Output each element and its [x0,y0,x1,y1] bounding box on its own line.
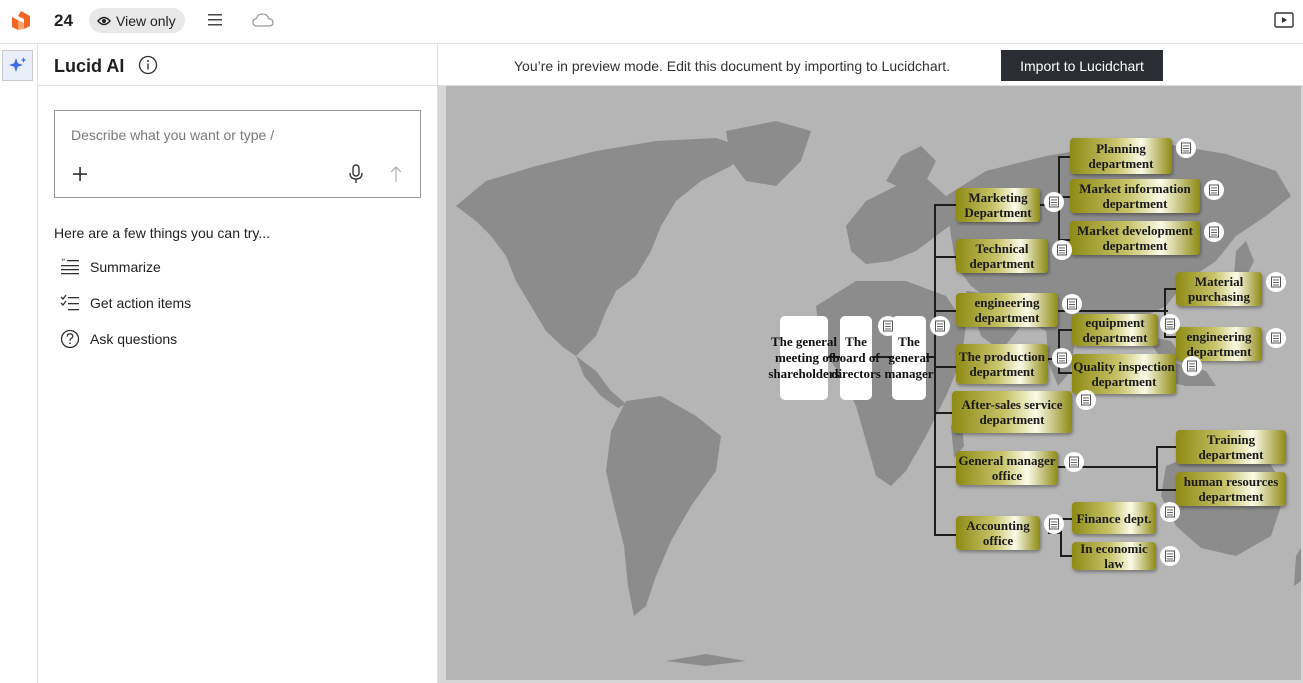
connector-line [1060,555,1072,557]
suggestions-heading: Here are a few things you can try... [54,225,271,241]
subdept-training[interactable]: Training department [1176,430,1286,464]
hamburger-menu-icon[interactable] [206,12,224,28]
connector-line [934,412,952,414]
subdept-equipment[interactable]: equipment department [1072,314,1158,346]
lucid-ai-button[interactable] [2,50,33,81]
connector-line [1156,446,1176,448]
suggestion-summarize-label: Summarize [90,259,161,275]
note-icon[interactable] [1044,514,1064,534]
org-box-shareholders[interactable]: The general meeting of shareholders [768,316,840,400]
note-icon[interactable] [1204,222,1224,242]
svg-text:“: “ [61,258,66,268]
connector-line [1156,446,1158,490]
note-icon[interactable] [1266,272,1286,292]
suggestion-ask-questions-label: Ask questions [90,331,178,347]
note-icon[interactable] [1160,314,1180,334]
dept-production[interactable]: The production department [956,344,1048,384]
cloud-icon[interactable] [252,12,274,28]
note-icon[interactable] [1064,452,1084,472]
checklist-icon [60,294,79,311]
eye-icon [97,16,111,25]
dept-accounting[interactable]: Accounting office [956,516,1040,550]
connector-line [934,310,956,312]
connector-line [934,466,956,468]
lucid-ai-panel: Lucid AI Here are a few things you can t… [38,44,438,683]
top-toolbar: 24 View only [0,0,1303,44]
preview-mode-bar: You’re in preview mode. Edit this docume… [438,44,1303,86]
note-icon[interactable] [1062,294,1082,314]
connector-line [1164,288,1176,290]
document-canvas[interactable]: The general meeting of shareholders The … [438,86,1303,683]
suggestion-action-items-label: Get action items [90,295,192,311]
suggestion-summarize[interactable]: “ Summarize [60,256,161,278]
note-icon[interactable] [1052,240,1072,260]
note-icon[interactable] [1204,180,1224,200]
org-box-board[interactable]: The board of directors [831,316,881,400]
subdept-market-information[interactable]: Market information department [1070,179,1200,213]
ai-prompt-input[interactable] [71,127,391,143]
note-icon[interactable] [1182,356,1202,376]
dept-marketing[interactable]: Marketing Department [956,188,1040,222]
lucid-logo-icon[interactable] [10,10,32,32]
note-icon[interactable] [1076,390,1096,410]
connector-line [1164,336,1176,338]
subdept-material-purchasing[interactable]: Material purchasing [1176,272,1262,306]
connector-line [934,256,956,258]
suggestion-ask-questions[interactable]: Ask questions [60,328,177,350]
note-icon[interactable] [1160,546,1180,566]
subdept-finance[interactable]: Finance dept. [1072,502,1156,534]
connector-line [1156,489,1176,491]
subdept-economic-law[interactable]: In economic law [1072,541,1156,571]
connector-line [1058,156,1070,158]
question-circle-icon [60,329,80,349]
info-icon[interactable] [138,55,158,75]
ai-panel-title: Lucid AI [54,56,125,76]
microphone-icon[interactable] [347,163,365,185]
note-icon[interactable] [1266,328,1286,348]
connector-line [934,366,956,368]
view-only-badge[interactable]: View only [89,8,185,33]
left-rail [0,44,38,683]
sparkle-icon [8,56,26,72]
subdept-human-resources[interactable]: human resources department [1176,472,1286,506]
connector-line [934,534,956,536]
note-icon[interactable] [1160,502,1180,522]
connector-line [1058,329,1072,331]
view-only-label: View only [116,12,176,29]
suggestion-action-items[interactable]: Get action items [60,292,191,314]
connector-line [934,204,956,206]
ai-panel-header: Lucid AI [38,44,438,86]
subdept-planning[interactable]: Planning department [1070,138,1172,174]
plus-icon[interactable] [71,165,89,183]
subdept-market-development[interactable]: Market development department [1070,221,1200,255]
subdept-quality-inspection[interactable]: Quality inspection department [1072,354,1176,394]
connector-line [1058,372,1072,374]
connector-line [934,204,936,536]
ai-prompt-box [54,110,421,198]
summarize-icon: “ [61,258,79,275]
import-to-lucidchart-button[interactable]: Import to Lucidchart [1001,50,1163,81]
present-icon[interactable] [1274,12,1294,28]
note-icon[interactable] [930,316,950,336]
send-arrow-icon[interactable] [387,163,405,185]
dept-gm-office[interactable]: General manager office [956,451,1058,485]
dept-after-sales[interactable]: After-sales service department [952,391,1072,433]
note-icon[interactable] [1176,138,1196,158]
note-icon[interactable] [1044,192,1064,212]
page-number: 24 [54,11,73,30]
preview-mode-message: You’re in preview mode. Edit this docume… [514,58,951,74]
dept-technical[interactable]: Technical department [956,239,1048,273]
note-icon[interactable] [1052,348,1072,368]
dept-engineering[interactable]: engineering department [956,293,1058,327]
note-icon[interactable] [878,316,898,336]
